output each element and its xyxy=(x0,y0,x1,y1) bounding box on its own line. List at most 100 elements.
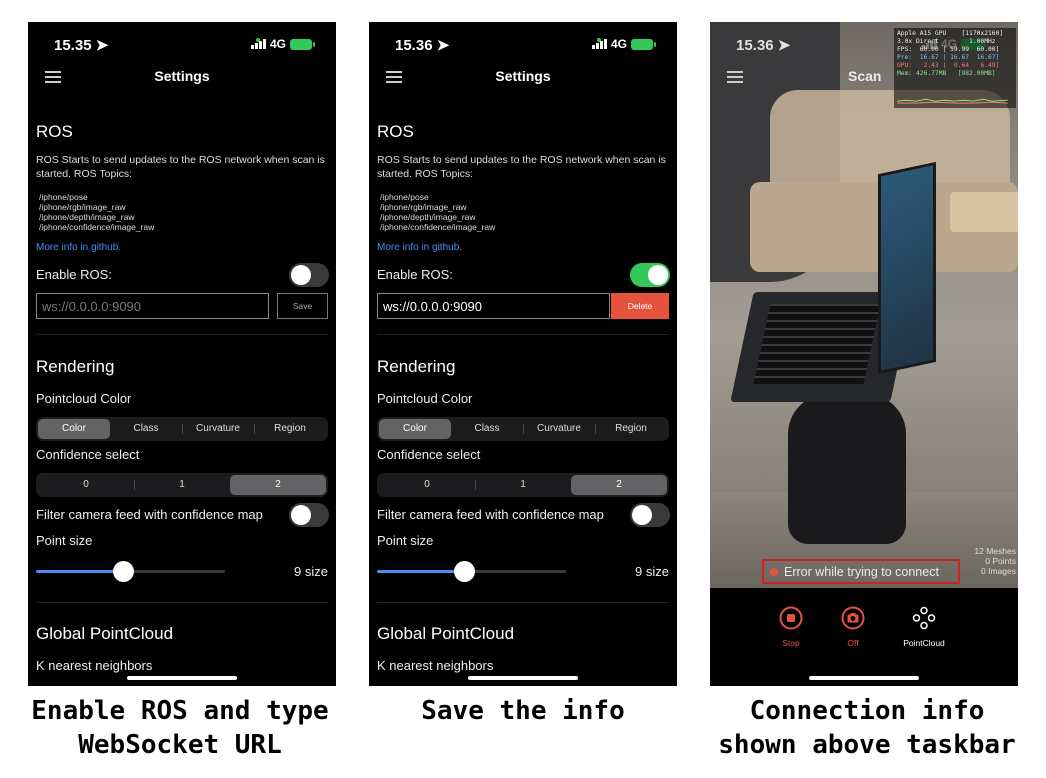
meshes-count: 12 Meshes xyxy=(974,546,1016,556)
ros-heading: ROS xyxy=(377,122,414,141)
confidence-option-2[interactable]: 2 xyxy=(230,475,326,495)
knn-label: K nearest neighbors xyxy=(377,658,494,673)
divider xyxy=(377,602,669,603)
github-link[interactable]: More info in github. xyxy=(36,242,121,253)
save-button[interactable]: Save xyxy=(277,293,328,319)
rendering-heading: Rendering xyxy=(36,357,115,376)
delete-button[interactable]: Delete xyxy=(611,293,669,319)
stop-button[interactable]: Stop xyxy=(766,606,816,648)
hud-row: Mem: 426.77MB [982.00MB] xyxy=(897,70,996,77)
settings-screen-initial: 15.35 ➤ 4G Settings ROS ROS Starts to se… xyxy=(28,22,336,686)
ros-topic: /iphone/confidence/image_raw xyxy=(39,222,155,232)
nav-bar: Settings xyxy=(369,66,677,88)
confidence-select-label: Confidence select xyxy=(377,447,481,462)
rendering-heading: Rendering xyxy=(377,357,456,376)
slider-thumb[interactable] xyxy=(112,561,134,582)
home-indicator[interactable] xyxy=(809,676,919,680)
point-size-label: Point size xyxy=(377,533,434,548)
home-indicator[interactable] xyxy=(468,676,578,680)
enable-ros-label: Enable ROS: xyxy=(377,267,453,282)
global-pointcloud-heading: Global PointCloud xyxy=(377,624,515,643)
signal-icon xyxy=(250,39,266,49)
fps-graph xyxy=(897,83,1008,104)
network-label: 4G xyxy=(269,37,286,51)
ros-heading: ROS xyxy=(36,122,73,141)
slider-thumb[interactable] xyxy=(453,561,475,582)
ros-description: ROS Starts to send updates to the ROS ne… xyxy=(36,154,325,180)
filter-camera-toggle[interactable] xyxy=(289,503,329,527)
confidence-select-label: Confidence select xyxy=(36,447,140,462)
hud-row: FPS: 60.00 | 59.99 60.00] xyxy=(897,46,1000,53)
color-option-color[interactable]: Color xyxy=(38,419,110,439)
toggle-knob xyxy=(291,505,311,525)
error-highlight-box xyxy=(762,559,960,584)
pointcloud-color-label: Pointcloud Color xyxy=(377,391,473,406)
hud-row: Pre: 16.67 | 16.67 16.67] xyxy=(897,54,1000,61)
stop-icon xyxy=(779,606,803,630)
enable-ros-label: Enable ROS: xyxy=(36,267,112,282)
websocket-url-field[interactable]: ws://0.0.0.0:9090 xyxy=(36,293,269,319)
slider-fill xyxy=(36,570,123,573)
ros-topic: /iphone/rgb/image_raw xyxy=(380,202,467,212)
divider xyxy=(377,334,669,335)
battery-icon xyxy=(290,38,315,50)
color-option-region[interactable]: Region xyxy=(254,419,326,439)
menu-icon[interactable] xyxy=(727,71,743,86)
home-indicator[interactable] xyxy=(127,676,237,680)
scan-screen: 15.36 ➤ 4G Scan Apple A15 GPU [1170x2160… xyxy=(710,22,1018,686)
status-right: 4G xyxy=(250,37,315,51)
pointcloud-button[interactable]: PointCloud xyxy=(892,606,956,648)
performance-hud: Apple A15 GPU [1170x2160] 3.0x Direct 1.0… xyxy=(894,28,1016,108)
point-size-value: 9 size xyxy=(635,564,669,579)
toggle-knob xyxy=(632,505,652,525)
color-option-color[interactable]: Color xyxy=(379,419,451,439)
point-size-slider[interactable] xyxy=(377,561,566,582)
knn-label: K nearest neighbors xyxy=(36,658,153,673)
pointcloud-color-segmented: Color Class Curvature Region xyxy=(36,417,328,441)
pointcloud-color-segmented: Color Class Curvature Region xyxy=(377,417,669,441)
filter-camera-toggle[interactable] xyxy=(630,503,670,527)
hud-row: GPU: 2.43 | 0.64 6.49] xyxy=(897,62,1000,69)
page-title: Settings xyxy=(154,68,210,84)
status-time: 15.36 ➤ xyxy=(736,37,791,54)
confidence-option-0[interactable]: 0 xyxy=(379,475,475,495)
ros-topic: /iphone/pose xyxy=(39,192,88,202)
confidence-option-1[interactable]: 1 xyxy=(475,475,571,495)
confidence-option-0[interactable]: 0 xyxy=(38,475,134,495)
pointcloud-label: PointCloud xyxy=(903,638,945,648)
status-bar: 15.35 ➤ 4G xyxy=(28,34,336,54)
point-size-label: Point size xyxy=(36,533,93,548)
confidence-segmented: 012 xyxy=(377,473,669,497)
github-link[interactable]: More info in github. xyxy=(377,242,462,253)
color-option-class[interactable]: Class xyxy=(110,419,182,439)
color-option-curvature[interactable]: Curvature xyxy=(523,419,595,439)
toggle-knob xyxy=(648,265,668,285)
ros-topic: /iphone/depth/image_raw xyxy=(39,212,135,222)
color-option-region[interactable]: Region xyxy=(595,419,667,439)
ros-description: ROS Starts to send updates to the ROS ne… xyxy=(377,154,666,180)
point-size-slider[interactable] xyxy=(36,561,225,582)
confidence-segmented: 012 xyxy=(36,473,328,497)
hud-row: Apple A15 GPU [1170x2160] xyxy=(897,30,1004,37)
caption-step-2: Save the info xyxy=(421,696,625,726)
images-count: 0 Images xyxy=(981,566,1016,576)
camera-icon xyxy=(841,606,865,630)
divider xyxy=(36,334,328,335)
websocket-url-field[interactable]: ws://0.0.0.0:9090 xyxy=(377,293,610,319)
color-option-curvature[interactable]: Curvature xyxy=(182,419,254,439)
confidence-option-1[interactable]: 1 xyxy=(134,475,230,495)
page-title: Settings xyxy=(495,68,551,84)
color-option-class[interactable]: Class xyxy=(451,419,523,439)
hud-row: 3.0x Direct 1.00MHz xyxy=(897,38,996,45)
network-label: 4G xyxy=(610,37,627,51)
enable-ros-toggle[interactable] xyxy=(289,263,329,287)
camera-off-button[interactable]: Off xyxy=(828,606,878,648)
confidence-option-2[interactable]: 2 xyxy=(571,475,667,495)
toggle-knob xyxy=(291,265,311,285)
nav-bar: Settings xyxy=(28,66,336,88)
ros-topic: /iphone/confidence/image_raw xyxy=(380,222,496,232)
points-count: 0 Points xyxy=(985,556,1016,566)
caption-step-3: Connection info shown above taskbar xyxy=(718,696,1016,760)
camera-off-label: Off xyxy=(847,638,859,648)
enable-ros-toggle[interactable] xyxy=(630,263,670,287)
